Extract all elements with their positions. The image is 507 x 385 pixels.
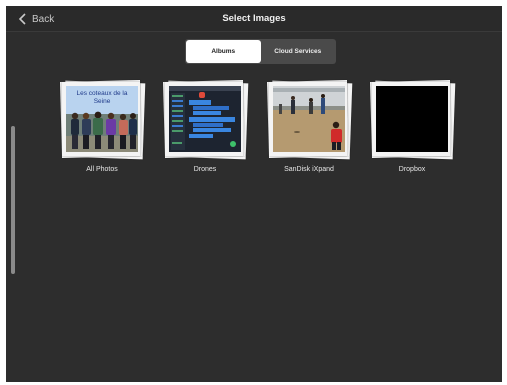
album-sandisk-ixpand[interactable]: SanDisk iXpand bbox=[267, 79, 353, 173]
page-title: Select Images bbox=[222, 13, 286, 24]
album-dropbox[interactable]: Dropbox bbox=[370, 79, 456, 173]
gym-photo bbox=[273, 86, 345, 152]
album-label: Dropbox bbox=[398, 166, 426, 173]
album-label: Drones bbox=[193, 166, 217, 173]
album-thumbnail bbox=[169, 86, 241, 152]
tab-albums[interactable]: Albums bbox=[186, 40, 261, 63]
album-drones[interactable]: Drones bbox=[163, 79, 249, 173]
album-stack bbox=[267, 79, 353, 160]
album-label: All Photos bbox=[86, 166, 118, 173]
source-segmented-control: Albums Cloud Services bbox=[185, 39, 336, 64]
album-all-photos[interactable]: Les coteaux de la Seine All Photos bbox=[60, 79, 146, 173]
album-thumbnail bbox=[273, 86, 345, 152]
code-blocks-screenshot bbox=[169, 86, 241, 152]
tab-cloud-services[interactable]: Cloud Services bbox=[261, 40, 336, 63]
album-label: SanDisk iXpand bbox=[284, 166, 334, 173]
screen: Back Select Images Albums Cloud Services bbox=[6, 6, 502, 382]
album-stack bbox=[370, 79, 456, 160]
album-stack bbox=[163, 79, 249, 160]
photo-caption: Les coteaux de la Seine bbox=[76, 90, 128, 105]
album-stack: Les coteaux de la Seine bbox=[60, 79, 146, 160]
scrollbar[interactable] bbox=[11, 126, 15, 274]
album-thumbnail bbox=[376, 86, 448, 152]
album-thumbnail: Les coteaux de la Seine bbox=[66, 86, 138, 152]
nav-bar: Back Select Images bbox=[6, 6, 502, 32]
